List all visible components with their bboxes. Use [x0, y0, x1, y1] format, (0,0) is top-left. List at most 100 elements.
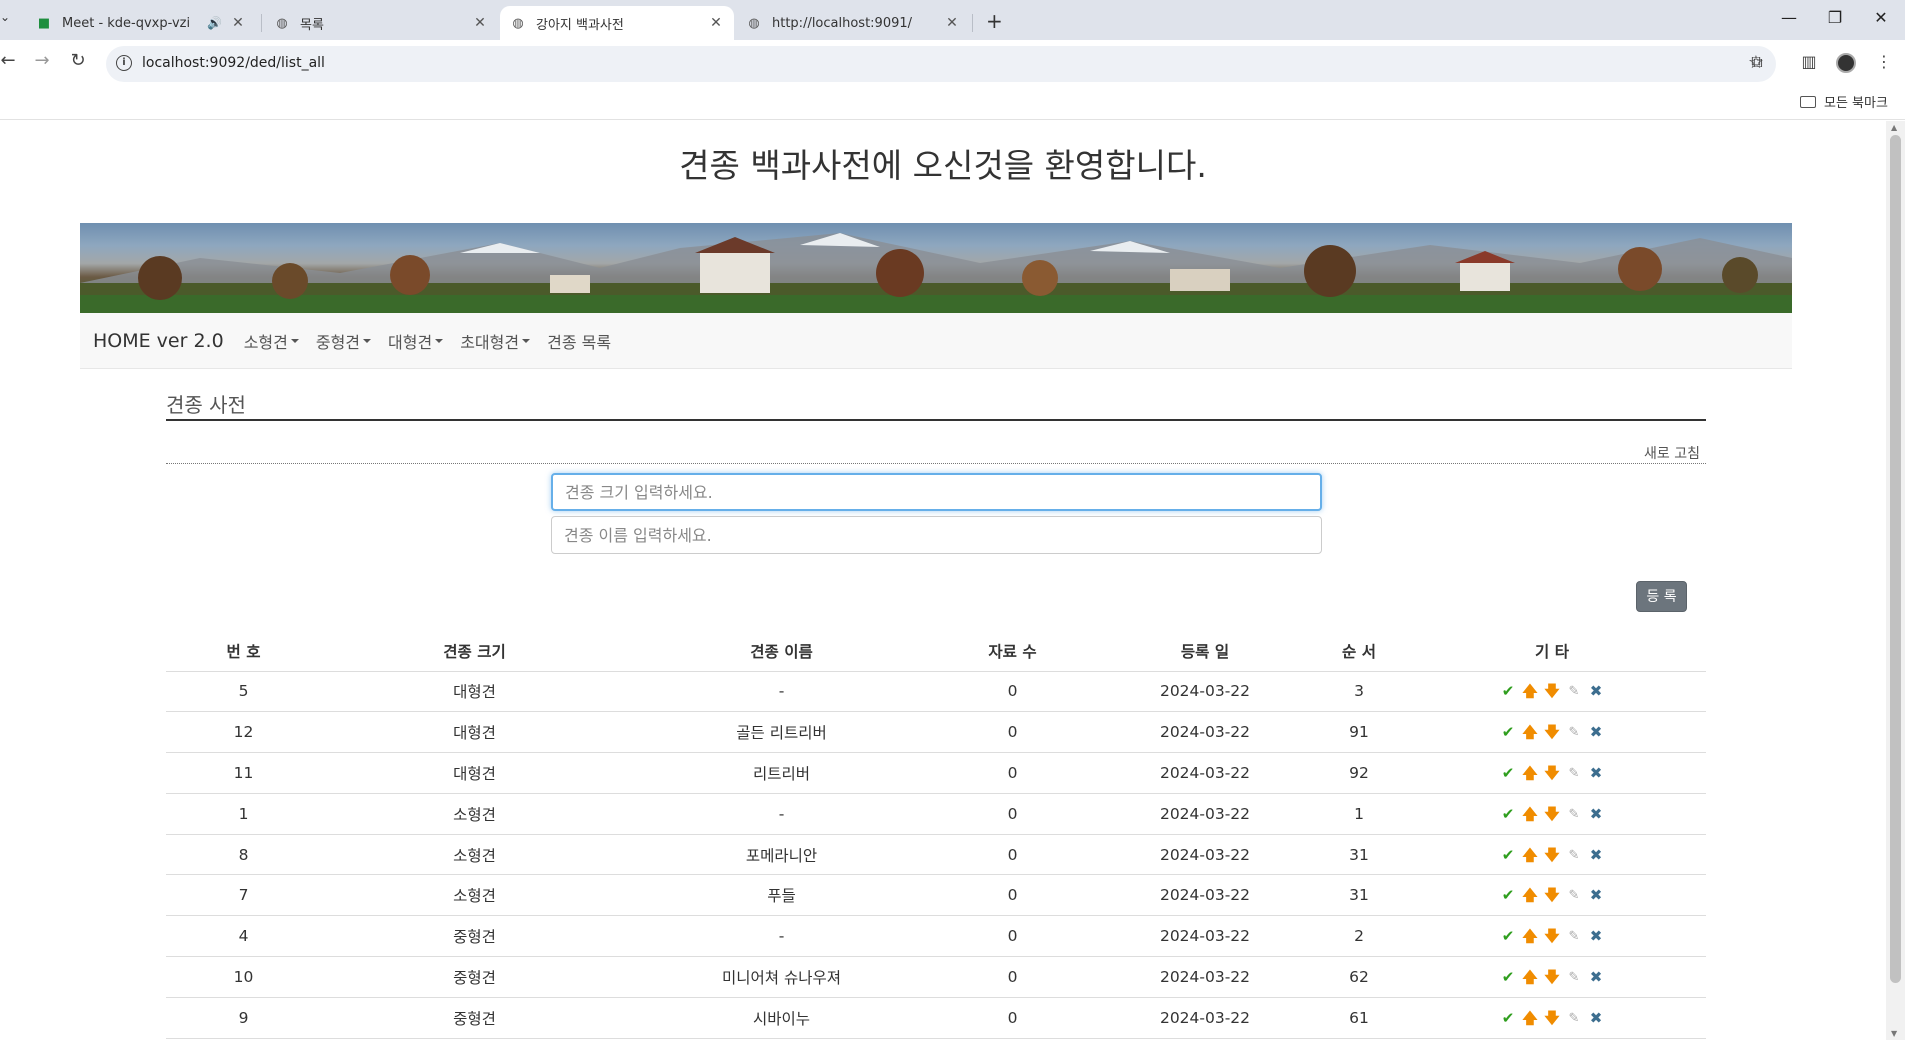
checkmark-icon[interactable]: ✔	[1500, 806, 1517, 823]
checkmark-icon[interactable]: ✔	[1500, 724, 1517, 741]
page-scrollbar[interactable]: ▲ ▼	[1886, 121, 1905, 1040]
checkmark-icon[interactable]: ✔	[1500, 847, 1517, 864]
tab-meet[interactable]: ■ Meet - kde-qvxp-vzi 🔊 ✕	[26, 6, 256, 40]
cell-count: 0	[935, 997, 1090, 1039]
edit-icon[interactable]: ✎	[1566, 928, 1583, 945]
close-icon[interactable]: ✕	[230, 15, 246, 31]
menu-kebab-icon[interactable]: ⋮	[1872, 52, 1896, 71]
edit-icon[interactable]: ✎	[1566, 847, 1583, 864]
nav-breed-list-link[interactable]: 견종 목록	[547, 329, 611, 353]
table-row: 4 중형견 -0 2024-03-22 2 ✔ 🡅 🡇 ✎ ✖	[166, 915, 1706, 958]
cell-size: 대형견	[321, 752, 628, 794]
edit-icon[interactable]: ✎	[1566, 969, 1583, 986]
cell-count: 0	[935, 793, 1090, 835]
arrow-up-icon[interactable]: 🡅	[1522, 683, 1539, 700]
nav-small-dogs-dropdown[interactable]: 소형견	[244, 329, 299, 353]
profile-avatar[interactable]	[1836, 53, 1856, 73]
close-icon[interactable]: ✕	[708, 15, 724, 31]
tab-title: 강아지 백과사전	[536, 17, 624, 33]
tab-dog-encyclopedia[interactable]: ◍ 강아지 백과사전 ✕	[500, 6, 734, 40]
delete-icon[interactable]: ✖	[1588, 969, 1605, 986]
cell-size: 소형견	[321, 793, 628, 835]
edit-icon[interactable]: ✎	[1566, 724, 1583, 741]
cell-actions: ✔ 🡅 🡇 ✎ ✖	[1398, 874, 1706, 917]
arrow-up-icon[interactable]: 🡅	[1522, 847, 1539, 864]
cell-order: 31	[1320, 874, 1398, 917]
checkmark-icon[interactable]: ✔	[1500, 969, 1517, 986]
reload-icon[interactable]: ↻	[66, 50, 90, 71]
arrow-down-icon[interactable]: 🡇	[1544, 806, 1561, 823]
table-row: 8 소형견 포메라니안 0 2024-03-22 31 ✔ 🡅 🡇 ✎ ✖	[166, 834, 1706, 876]
checkmark-icon[interactable]: ✔	[1500, 1010, 1517, 1027]
checkmark-icon[interactable]: ✔	[1500, 765, 1517, 782]
minimize-icon[interactable]: —	[1774, 8, 1804, 27]
edit-icon[interactable]: ✎	[1566, 683, 1583, 700]
arrow-down-icon[interactable]: 🡇	[1544, 724, 1561, 741]
all-bookmarks-button[interactable]: 모든 북마크	[1800, 92, 1888, 111]
tab-search-chevron-icon[interactable]: ⌄	[0, 10, 10, 24]
cell-count: 0	[935, 711, 1090, 754]
arrow-up-icon[interactable]: 🡅	[1522, 1010, 1539, 1027]
nav-large-dogs-dropdown[interactable]: 대형견	[388, 329, 444, 353]
back-icon[interactable]: ←	[0, 50, 20, 71]
delete-icon[interactable]: ✖	[1588, 847, 1605, 864]
main-navbar: HOME ver 2.0 소형견 중형견 대형견 초대형견 견종 목록	[80, 313, 1792, 369]
scrollbar-thumb[interactable]	[1890, 135, 1901, 983]
arrow-down-icon[interactable]: 🡇	[1544, 969, 1561, 986]
extensions-icon[interactable]: ⧉	[1745, 52, 1769, 72]
delete-icon[interactable]: ✖	[1588, 765, 1605, 782]
landscape-banner-image	[80, 223, 1792, 313]
arrow-up-icon[interactable]: 🡅	[1522, 887, 1539, 904]
close-icon[interactable]: ✕	[472, 15, 488, 31]
breed-name-input[interactable]	[551, 516, 1322, 554]
speaker-icon[interactable]: 🔊	[207, 16, 222, 30]
url-text[interactable]: localhost:9092/ded/list_all	[142, 55, 325, 71]
restore-icon[interactable]: ❐	[1820, 8, 1850, 27]
scroll-down-icon[interactable]: ▼	[1891, 1029, 1897, 1038]
arrow-down-icon[interactable]: 🡇	[1544, 928, 1561, 945]
checkmark-icon[interactable]: ✔	[1500, 928, 1517, 945]
side-panel-icon[interactable]: ▥	[1797, 52, 1821, 71]
arrow-down-icon[interactable]: 🡇	[1544, 847, 1561, 864]
checkmark-icon[interactable]: ✔	[1500, 887, 1517, 904]
arrow-down-icon[interactable]: 🡇	[1544, 683, 1561, 700]
arrow-up-icon[interactable]: 🡅	[1522, 969, 1539, 986]
scroll-up-icon[interactable]: ▲	[1891, 123, 1897, 132]
tab-localhost-9091[interactable]: ◍ http://localhost:9091/ ✕	[736, 6, 970, 40]
breed-size-input[interactable]	[551, 473, 1322, 511]
edit-icon[interactable]: ✎	[1566, 1010, 1583, 1027]
register-button[interactable]: 등 록	[1636, 581, 1687, 612]
delete-icon[interactable]: ✖	[1588, 1010, 1605, 1027]
edit-icon[interactable]: ✎	[1566, 887, 1583, 904]
arrow-down-icon[interactable]: 🡇	[1544, 887, 1561, 904]
table-row: 5 대형견 -0 2024-03-22 3 ✔ 🡅 🡇 ✎ ✖	[166, 671, 1706, 713]
arrow-up-icon[interactable]: 🡅	[1522, 928, 1539, 945]
close-window-icon[interactable]: ✕	[1866, 8, 1896, 27]
edit-icon[interactable]: ✎	[1566, 806, 1583, 823]
refresh-link[interactable]: 새로 고침	[1644, 443, 1700, 463]
tab-list[interactable]: ◍ 목록 ✕	[264, 6, 498, 40]
table-row: 1 소형견 -0 2024-03-22 1 ✔ 🡅 🡇 ✎ ✖	[166, 793, 1706, 835]
site-info-icon[interactable]: i	[116, 55, 132, 71]
arrow-up-icon[interactable]: 🡅	[1522, 765, 1539, 782]
new-tab-icon[interactable]: +	[986, 9, 1003, 33]
delete-icon[interactable]: ✖	[1588, 724, 1605, 741]
delete-icon[interactable]: ✖	[1588, 806, 1605, 823]
address-bar[interactable]: i localhost:9092/ded/list_all ☆	[106, 46, 1776, 82]
arrow-down-icon[interactable]: 🡇	[1544, 765, 1561, 782]
row-actions: ✔ 🡅 🡇 ✎ ✖	[1500, 765, 1605, 782]
arrow-up-icon[interactable]: 🡅	[1522, 806, 1539, 823]
edit-icon[interactable]: ✎	[1566, 765, 1583, 782]
forward-icon[interactable]: →	[30, 50, 54, 71]
arrow-up-icon[interactable]: 🡅	[1522, 724, 1539, 741]
nav-extra-large-dogs-dropdown[interactable]: 초대형견	[460, 329, 531, 353]
checkmark-icon[interactable]: ✔	[1500, 683, 1517, 700]
delete-icon[interactable]: ✖	[1588, 928, 1605, 945]
delete-icon[interactable]: ✖	[1588, 887, 1605, 904]
arrow-down-icon[interactable]: 🡇	[1544, 1010, 1561, 1027]
cell-actions: ✔ 🡅 🡇 ✎ ✖	[1398, 793, 1706, 835]
delete-icon[interactable]: ✖	[1588, 683, 1605, 700]
nav-medium-dogs-dropdown[interactable]: 중형견	[316, 329, 372, 353]
home-brand-link[interactable]: HOME ver 2.0	[93, 330, 224, 352]
close-icon[interactable]: ✕	[944, 15, 960, 31]
